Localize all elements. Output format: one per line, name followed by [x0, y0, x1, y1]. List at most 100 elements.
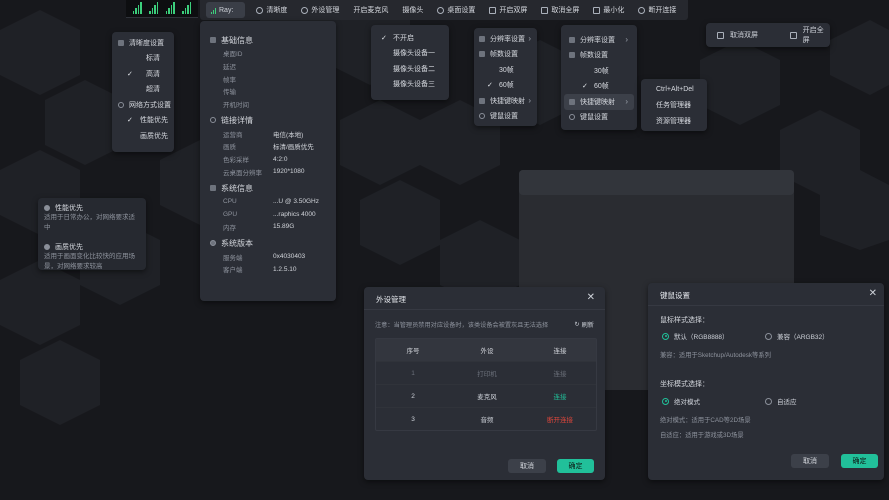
signal-bars-icon	[211, 7, 216, 14]
close-icon[interactable]: ✕	[587, 292, 595, 303]
version-icon	[210, 240, 216, 247]
camera-option-off[interactable]: ✓ 不开启	[371, 30, 449, 46]
toolbar-exit-fullscreen-button[interactable]: 取消全屏	[534, 0, 586, 20]
info-row: 延迟	[223, 64, 236, 72]
cursor-style-compat-radio[interactable]: 兼容（ARGB32）	[765, 331, 829, 341]
peripheral-notice: 注意：当管理员禁用对应设备时，该类设备会被置灰且无法选择	[375, 322, 549, 329]
toolbar-clarity-button[interactable]: 清晰度	[249, 0, 294, 20]
mouse-icon	[569, 114, 575, 121]
shortcut-mapping-item-active[interactable]: 快捷键映射 ›	[564, 94, 634, 110]
dual-screen-icon	[489, 6, 497, 14]
table-header: 序号 外设 连接	[376, 339, 596, 362]
refresh-icon: ↻	[574, 321, 580, 328]
fps-option-30[interactable]: 30帧	[564, 63, 634, 79]
top-toolbar: Ray: 清晰度 外设管理 开启麦克风 摄像头 桌面设置 开启双屏 取消全屏 最…	[200, 0, 688, 20]
network-option-quality[interactable]: 画质优先	[112, 128, 174, 144]
info-row: 传输	[223, 89, 236, 97]
link-icon	[210, 117, 216, 124]
fps-option-60[interactable]: ✓ 60帧	[474, 78, 537, 94]
toolbar-microphone-button[interactable]: 开启麦克风	[346, 0, 395, 20]
peripheral-icon	[301, 6, 309, 14]
signal-bars-icon	[165, 2, 175, 14]
toolbar-disconnect-button[interactable]: 断开连接	[631, 0, 683, 20]
toolbar-desktop-settings-button[interactable]: 桌面设置	[430, 0, 482, 20]
fps-option-60[interactable]: ✓ 60帧	[564, 79, 634, 95]
enable-fullscreen-button[interactable]: 开启全屏	[778, 25, 830, 45]
quality-option-uhd[interactable]: 超清	[112, 82, 174, 98]
mouse-icon	[479, 113, 485, 120]
keymouse-settings-item[interactable]: 键鼠设置	[474, 109, 537, 125]
dialog-title: 外设管理	[376, 295, 406, 304]
cancel-button[interactable]: 取消	[791, 454, 829, 468]
system-version-heading: 系统版本	[210, 236, 326, 250]
check-icon: ✓	[127, 70, 133, 78]
toolbar-dual-screen-button[interactable]: 开启双屏	[482, 0, 534, 20]
chevron-right-icon: ›	[625, 35, 628, 45]
info-row: 运营商 电信(本地)	[223, 131, 304, 139]
confirm-button[interactable]: 确定	[557, 459, 594, 473]
coord-absolute-radio[interactable]: 绝对模式	[662, 396, 700, 406]
clarity-icon	[256, 6, 264, 14]
coord-adaptive-radio[interactable]: 自适应	[765, 396, 797, 406]
keymouse-settings-item[interactable]: 键鼠设置	[564, 110, 634, 126]
camera-option-1[interactable]: 摄像头设备一	[371, 46, 449, 62]
info-row: 画质 标清/画质优先	[223, 144, 314, 152]
system-info-heading: 系统信息	[210, 181, 326, 195]
cursor-style-label: 鼠标样式选择：	[660, 317, 709, 324]
shortcut-mapping-item[interactable]: 快捷键映射 ›	[474, 93, 537, 109]
info-row: 内存 15.89G	[223, 223, 295, 232]
close-icon[interactable]: ✕	[869, 288, 877, 299]
minimize-icon	[593, 6, 601, 14]
resolution-icon	[569, 36, 575, 43]
quality-option-sd[interactable]: 标清	[112, 51, 174, 67]
table-row: 1 打印机 连接	[376, 362, 596, 385]
info-row: 帧率	[223, 76, 236, 84]
info-row: 云桌面分辨率 1920*1080	[223, 168, 305, 177]
signal-strength-indicator	[126, 0, 198, 18]
network-option-performance[interactable]: ✓ 性能优先	[112, 113, 174, 129]
tooltip-quality-title: 画质优先	[55, 243, 83, 251]
cancel-button[interactable]: 取消	[508, 459, 546, 473]
fullscreen-icon	[789, 31, 797, 39]
shortcut-ctrl-alt-del[interactable]: Ctrl+Alt+Del	[641, 82, 707, 98]
fps-settings-item: 帧数设置	[564, 48, 634, 64]
toolbar-minimize-button[interactable]: 最小化	[586, 0, 631, 20]
chevron-right-icon: ›	[528, 34, 531, 44]
quality-settings-header: 清晰度设置	[112, 35, 174, 51]
system-info-list: CPU ...U @ 3.50GHz GPU ...raphics 4000 内存 1…	[210, 195, 326, 233]
chevron-right-icon: ›	[528, 96, 531, 106]
exit-fullscreen-icon	[541, 6, 549, 14]
network-icon	[118, 101, 124, 108]
connect-link[interactable]: 连接	[524, 391, 596, 401]
table-row: 3 音频 断开连接	[376, 408, 596, 430]
shortcut-resource-manager[interactable]: 资源管理器	[641, 113, 707, 129]
radio-selected-icon	[662, 332, 669, 340]
ray-status-pill[interactable]: Ray:	[206, 2, 246, 18]
refresh-button[interactable]: ↻ 刷新	[574, 320, 594, 329]
resolution-settings-item[interactable]: 分辨率设置 ›	[564, 32, 634, 48]
quality-option-hd[interactable]: ✓ 高清	[112, 66, 174, 82]
info-row: CPU ...U @ 3.50GHz	[223, 198, 319, 206]
ray-label: Ray:	[219, 6, 234, 14]
toolbar-peripheral-button[interactable]: 外设管理	[294, 0, 346, 20]
cancel-dual-screen-button[interactable]: 取消双屏	[706, 30, 778, 40]
keymouse-settings-dialog: 键鼠设置 ✕ 鼠标样式选择： 默认（RGB8888） 兼容（ARGB32） 兼容…	[648, 283, 884, 480]
tooltip-quality-desc: 适用于画面变化比较快的应用场景，对网络要求较高	[44, 253, 135, 270]
cursor-style-default-radio[interactable]: 默认（RGB8888）	[662, 331, 729, 341]
shortcut-task-manager[interactable]: 任务管理器	[641, 98, 707, 114]
resolution-settings-item[interactable]: 分辨率设置 ›	[474, 31, 537, 47]
radio-icon	[765, 397, 772, 405]
camera-option-3[interactable]: 摄像头设备三	[371, 77, 449, 93]
fps-settings-item: 帧数设置	[474, 47, 537, 63]
connection-info-panel: 基础信息 桌面ID 延迟 帧率 传输 开机时间 链接详情 运营商 电信(本地) 画…	[200, 21, 336, 301]
quality-menu: 清晰度设置 标清 ✓ 高清 超清 网络方式设置 ✓ 性能优先 画质优先	[112, 32, 174, 152]
toolbar-camera-button[interactable]: 摄像头	[395, 0, 430, 20]
fps-icon	[569, 52, 575, 59]
disconnect-link[interactable]: 断开连接	[524, 414, 596, 424]
keyboard-icon	[479, 97, 485, 104]
camera-option-2[interactable]: 摄像头设备二	[371, 61, 449, 77]
desktop-settings-menu-expanded: 分辨率设置 › 帧数设置 30帧 ✓ 60帧 快捷键映射 › 键鼠设置	[561, 25, 637, 130]
fps-option-30[interactable]: 30帧	[474, 62, 537, 78]
confirm-button[interactable]: 确定	[841, 454, 878, 468]
info-row: 桌面ID	[223, 51, 243, 59]
